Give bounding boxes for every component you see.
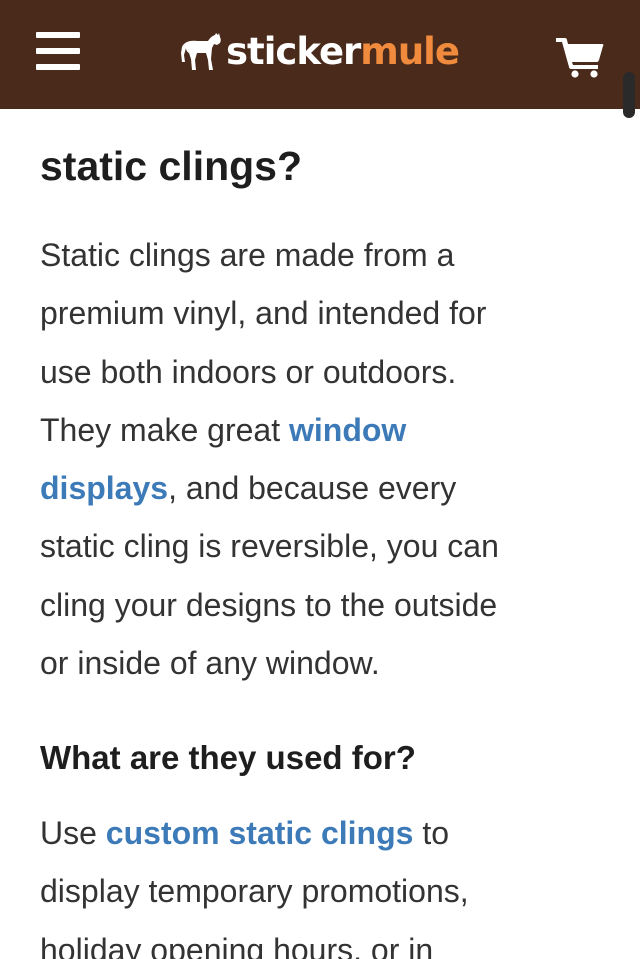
paragraph-line: displays, and because every (40, 459, 595, 517)
window-displays-link[interactable]: window (289, 412, 406, 448)
paragraph-line: They make great window (40, 401, 595, 459)
paragraph-line: Static clings are made from a (40, 237, 455, 273)
paragraph-line: or inside of any window. (40, 645, 380, 682)
logo-wordmark: stickermule (226, 28, 460, 76)
mule-logo-icon (181, 33, 221, 70)
custom-static-clings-link[interactable]: custom static clings (106, 815, 414, 851)
paragraph-text: Use (40, 815, 106, 851)
menu-bar (36, 32, 80, 38)
paragraph-line: Use custom static clings to (40, 804, 595, 862)
page: What are decorative static clings? Stati… (0, 0, 640, 959)
menu-bar (36, 64, 80, 70)
paragraph-line: cling your designs to the outside (40, 586, 498, 623)
paragraph-line: holiday opening hours, or in (40, 931, 434, 959)
paragraph-line: static cling is reversible, you can (40, 528, 499, 565)
paragraph-text: They make great (40, 411, 289, 448)
shopping-cart-icon[interactable] (556, 36, 604, 78)
menu-bar (36, 48, 80, 54)
site-header: stickermule (0, 0, 640, 109)
scrollbar-thumb[interactable] (623, 72, 635, 118)
sticker-mule-logo[interactable]: stickermule (180, 28, 460, 76)
uses-subheading: What are they used for? (40, 739, 416, 776)
cart-glyph (556, 38, 604, 78)
window-displays-link-continued[interactable]: displays (40, 470, 168, 506)
intro-paragraph: Static clings are made from a premium vi… (40, 226, 595, 692)
logo-text-sticker: sticker (226, 30, 361, 73)
paragraph-text: to (413, 815, 450, 851)
paragraph-line: use both indoors or outdoors. (40, 353, 457, 390)
paragraph-line: display temporary promotions, (40, 873, 469, 910)
logo-text-mule: mule (360, 30, 460, 73)
hamburger-menu-icon[interactable] (36, 31, 82, 73)
paragraph-text: , and because every (168, 470, 457, 507)
paragraph-line: premium vinyl, and intended for (40, 295, 487, 332)
uses-paragraph: Use custom static clings to display temp… (40, 804, 595, 959)
article-heading: static clings? (40, 143, 303, 189)
